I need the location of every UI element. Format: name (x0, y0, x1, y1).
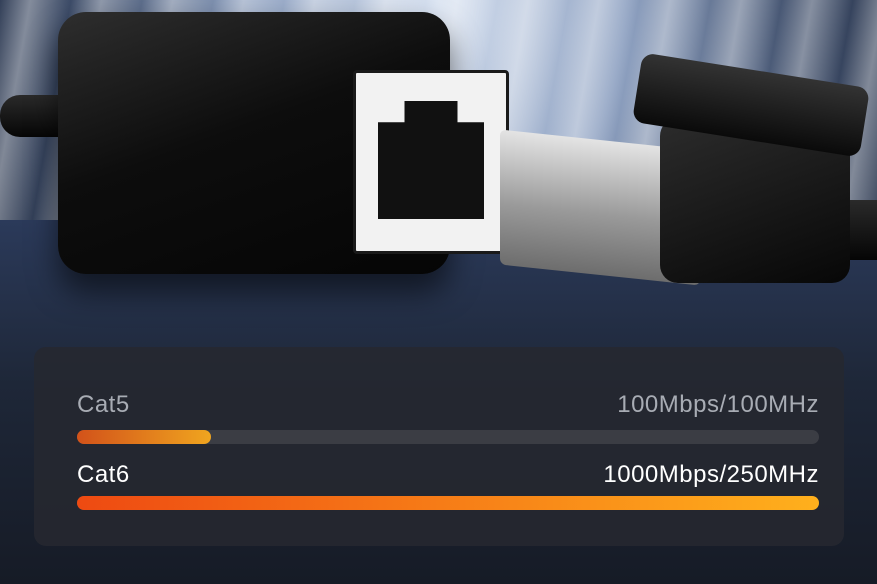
speed-spec: 100Mbps/100MHz (617, 391, 819, 418)
speed-spec: 1000Mbps/250MHz (603, 461, 819, 488)
category-label: Cat6 (77, 461, 130, 488)
speed-bar-track (77, 496, 819, 510)
category-label: Cat5 (77, 391, 130, 418)
coupler-port-face (353, 70, 509, 254)
ethernet-coupler-icon (58, 12, 509, 274)
speed-bar-track (77, 430, 819, 444)
rj45-port-icon (378, 101, 484, 219)
speed-bar-fill (77, 430, 211, 444)
speed-bar-fill (77, 496, 819, 510)
speed-comparison-panel: Cat5 100Mbps/100MHz Cat6 1000Mbps/250MHz (34, 347, 844, 546)
